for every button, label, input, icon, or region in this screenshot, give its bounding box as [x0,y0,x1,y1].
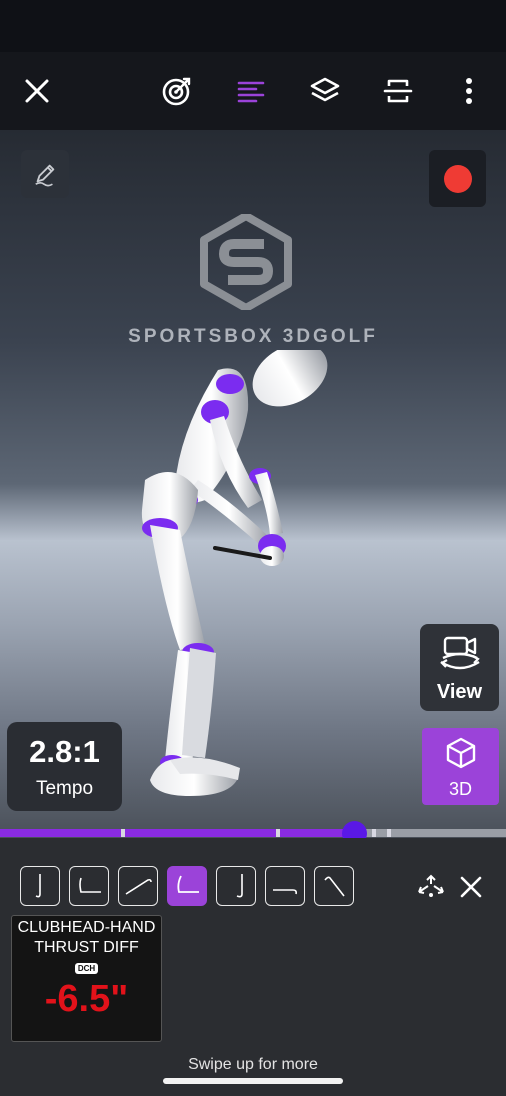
status-bar [0,0,506,52]
metric-card[interactable]: CLUBHEAD-HAND THRUST DIFF DCH -6.5" [11,915,162,1042]
3d-viewport[interactable]: SPORTSBOX 3DGOLF 2.8:1 Tempo View 3D [0,130,506,838]
takeaway-icon [79,877,101,893]
golfer-3d-model [141,350,328,796]
swing-timeline[interactable] [0,821,506,846]
record-icon [443,164,472,193]
position-p2-button[interactable] [69,866,109,906]
lines-icon[interactable] [230,70,272,112]
position-p6-button[interactable] [265,866,305,906]
target-icon[interactable] [156,70,198,112]
position-p1-button[interactable] [20,866,60,906]
timeline-marker [387,829,392,837]
home-indicator[interactable] [163,1078,343,1084]
toolbar [0,52,506,130]
timeline-progress [0,829,355,837]
impact-icon [273,889,297,895]
metric-title: CLUBHEAD-HAND THRUST DIFF [17,919,156,956]
timeline-marker [371,829,376,837]
close-panel-icon[interactable] [456,874,486,900]
cube-icon [446,737,475,769]
timeline-marker [275,829,280,837]
brand-name: SPORTSBOX 3DGOLF [128,326,378,347]
3d-label: 3D [448,779,472,799]
position-p7-button[interactable] [314,866,354,906]
position-p4-button[interactable] [167,866,207,906]
bottom-panel: CLUBHEAD-HAND THRUST DIFF DCH -6.5" Swip… [0,838,506,1096]
position-p5-button[interactable] [216,866,256,906]
address-icon [35,874,41,898]
finish-icon [324,876,345,897]
half-back-icon [125,878,152,895]
3d-mode-button[interactable]: 3D [422,728,499,805]
timeline-marker [121,829,126,837]
top-icon [177,875,199,893]
draw-tool-button[interactable] [21,150,69,198]
more-icon[interactable] [448,70,490,112]
camera-rotate-icon [439,636,480,670]
view-label: View [436,681,483,703]
metric-badge: DCH [74,963,99,974]
expand-arrows-icon[interactable] [416,874,446,900]
position-p3-button[interactable] [118,866,158,906]
view-button[interactable]: View [420,624,499,711]
record-button[interactable] [429,150,486,207]
tempo-label: Tempo [35,778,94,799]
pencil-icon [35,164,55,187]
swipe-hint: Swipe up for more [188,1056,318,1073]
frame-icon[interactable] [377,70,419,112]
close-icon[interactable] [16,70,58,112]
layers-icon[interactable] [304,70,346,112]
tempo-value: 2.8:1 [29,734,100,769]
tempo-card[interactable]: 2.8:1 Tempo [7,722,122,811]
metric-value: -6.5" [44,978,129,1020]
downswing-icon [236,874,243,898]
sportsbox-logo [200,214,292,310]
